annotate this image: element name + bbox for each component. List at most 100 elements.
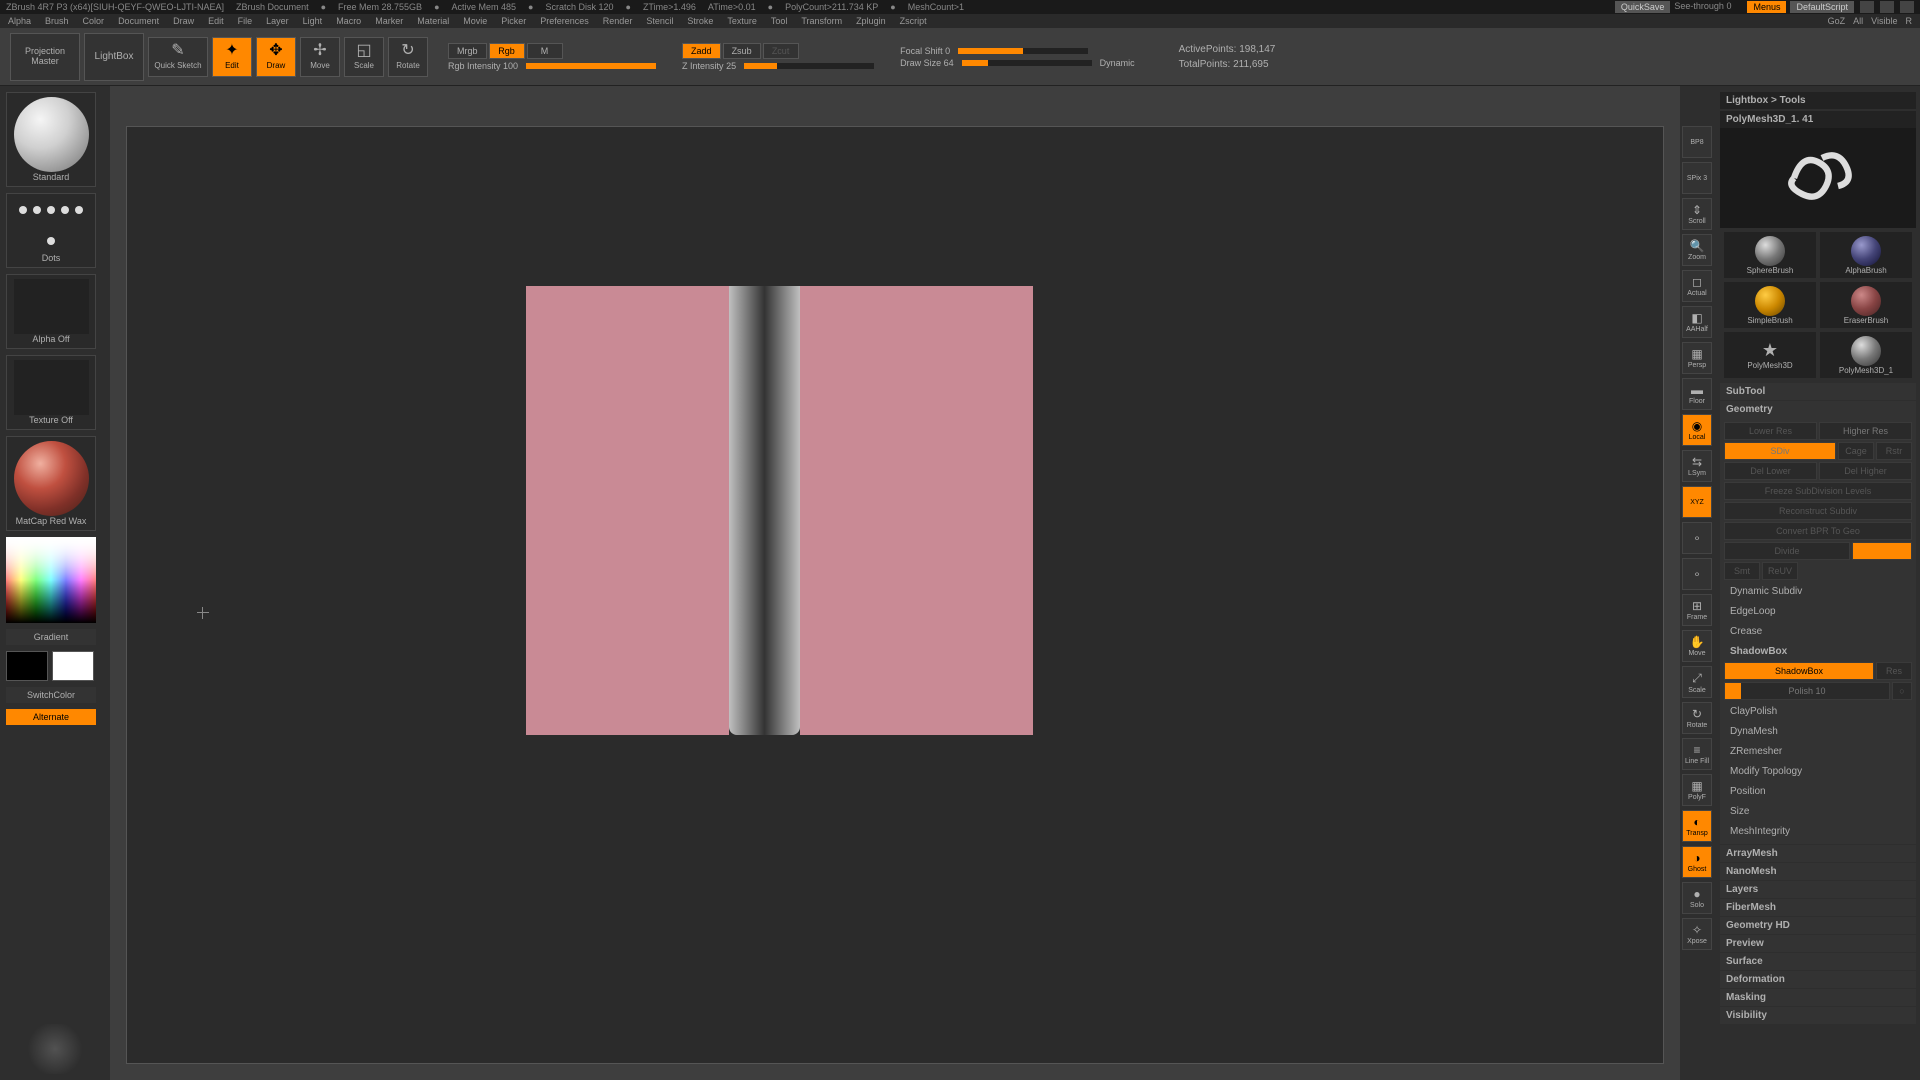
nanomesh-header[interactable]: NanoMesh [1720,863,1916,880]
del-lower-button[interactable]: Del Lower [1724,462,1817,480]
lsym-button[interactable]: ⇆LSym [1682,450,1712,482]
switchcolor-button[interactable]: SwitchColor [6,687,96,703]
nav-rotate-button[interactable]: ↻Rotate [1682,702,1712,734]
shadowbox-header[interactable]: ShadowBox [1724,643,1912,660]
tool-polymesh3d[interactable]: ★PolyMesh3D [1724,332,1816,378]
move-mode-button[interactable]: ✢Move [300,37,340,77]
smt-button[interactable] [1852,542,1912,560]
quicksketch-button[interactable]: ✎Quick Sketch [148,37,208,77]
masking-header[interactable]: Masking [1720,989,1916,1006]
quicksave-button[interactable]: QuickSave [1615,1,1671,13]
menu-brush[interactable]: Brush [45,16,69,26]
primary-color[interactable] [52,651,94,681]
menu-zplugin[interactable]: Zplugin [856,16,886,26]
dynamic-label[interactable]: Dynamic [1100,58,1135,68]
mrgb-button[interactable]: Mrgb [448,43,487,59]
divide-button[interactable]: Divide [1724,542,1850,560]
meshintegrity-header[interactable]: MeshIntegrity [1724,823,1912,840]
draw-size-slider[interactable] [962,60,1092,66]
default-script[interactable]: DefaultScript [1790,1,1854,13]
menu-picker[interactable]: Picker [501,16,526,26]
crease-header[interactable]: Crease [1724,623,1912,640]
reuv-button[interactable]: ReUV [1762,562,1798,580]
dynamesh-header[interactable]: DynaMesh [1724,723,1912,740]
ghost-button[interactable]: ◑Ghost [1682,846,1712,878]
spix-button[interactable]: SPix 3 [1682,162,1712,194]
visibility-header[interactable]: Visibility [1720,1007,1916,1024]
sdiv-slider[interactable]: SDiv [1724,442,1836,460]
maximize-icon[interactable] [1880,1,1894,13]
edit-mode-button[interactable]: ✦Edit [212,37,252,77]
polish-mode-icon[interactable]: ○ [1892,682,1912,700]
menu-texture[interactable]: Texture [727,16,757,26]
menu-tool[interactable]: Tool [771,16,788,26]
menus-button[interactable]: Menus [1747,1,1786,13]
focal-shift-slider[interactable] [958,48,1088,54]
persp-button[interactable]: ▦Persp [1682,342,1712,374]
del-higher-button[interactable]: Del Higher [1819,462,1912,480]
transp-button[interactable]: ◐Transp [1682,810,1712,842]
rgb-intensity-slider[interactable] [526,63,656,69]
stroke-selector[interactable]: Dots [6,193,96,268]
xyz-button[interactable]: XYZ [1682,486,1712,518]
rotate-mode-button[interactable]: ↻Rotate [388,37,428,77]
size-header[interactable]: Size [1724,803,1912,820]
minimize-icon[interactable] [1860,1,1874,13]
surface-header[interactable]: Surface [1720,953,1916,970]
actual-button[interactable]: ◻Actual [1682,270,1712,302]
zremesher-header[interactable]: ZRemesher [1724,743,1912,760]
tool-spherebrush[interactable]: SphereBrush [1724,232,1816,278]
scale-mode-button[interactable]: ◱Scale [344,37,384,77]
menu-light[interactable]: Light [303,16,323,26]
zadd-button[interactable]: Zadd [682,43,721,59]
claypolish-header[interactable]: ClayPolish [1724,703,1912,720]
convert-bpr-button[interactable]: Convert BPR To Geo [1724,522,1912,540]
menu-stencil[interactable]: Stencil [646,16,673,26]
preview-header[interactable]: Preview [1720,935,1916,952]
tool-simplebrush[interactable]: SimpleBrush [1724,282,1816,328]
alternate-button[interactable]: Alternate [6,709,96,725]
goz-r[interactable]: R [1906,16,1913,26]
subtool-header[interactable]: SubTool [1720,383,1916,400]
canvas[interactable] [126,126,1664,1064]
edgeloop-header[interactable]: EdgeLoop [1724,603,1912,620]
freeze-sdiv-button[interactable]: Freeze SubDivision Levels [1724,482,1912,500]
frame-button[interactable]: ⊞Frame [1682,594,1712,626]
higher-res-button[interactable]: Higher Res [1819,422,1912,440]
goz-button[interactable]: GoZ [1828,16,1846,26]
menu-zscript[interactable]: Zscript [900,16,927,26]
lower-res-button[interactable]: Lower Res [1724,422,1817,440]
modify-topology-header[interactable]: Modify Topology [1724,763,1912,780]
z-button[interactable]: ∘ [1682,558,1712,590]
current-tool-thumb[interactable] [1720,128,1916,228]
goz-visible[interactable]: Visible [1871,16,1897,26]
bpr-button[interactable]: BP8 [1682,126,1712,158]
menu-edit[interactable]: Edit [208,16,224,26]
secondary-color[interactable] [6,651,48,681]
color-picker[interactable] [6,537,96,623]
menu-layer[interactable]: Layer [266,16,289,26]
projection-master-button[interactable]: Projection Master [10,33,80,81]
menu-file[interactable]: File [238,16,253,26]
position-header[interactable]: Position [1724,783,1912,800]
menu-movie[interactable]: Movie [463,16,487,26]
draw-mode-button[interactable]: ✥Draw [256,37,296,77]
polyf-button[interactable]: ▦PolyF [1682,774,1712,806]
geometry-header[interactable]: Geometry [1720,401,1916,418]
floor-button[interactable]: ▬Floor [1682,378,1712,410]
zsub-button[interactable]: Zsub [723,43,761,59]
menu-color[interactable]: Color [83,16,105,26]
suv-button[interactable]: Smt [1724,562,1760,580]
shadowbox-button[interactable]: ShadowBox [1724,662,1874,680]
menu-document[interactable]: Document [118,16,159,26]
menu-stroke[interactable]: Stroke [687,16,713,26]
layers-header[interactable]: Layers [1720,881,1916,898]
tool-polymesh3d-1[interactable]: PolyMesh3D_1 [1820,332,1912,378]
zoom-button[interactable]: 🔍Zoom [1682,234,1712,266]
lightbox-button[interactable]: LightBox [84,33,144,81]
material-selector[interactable]: MatCap Red Wax [6,436,96,531]
menu-draw[interactable]: Draw [173,16,194,26]
dynamic-subdiv-header[interactable]: Dynamic Subdiv [1724,583,1912,600]
menu-macro[interactable]: Macro [336,16,361,26]
rgb-button[interactable]: Rgb [489,43,525,59]
